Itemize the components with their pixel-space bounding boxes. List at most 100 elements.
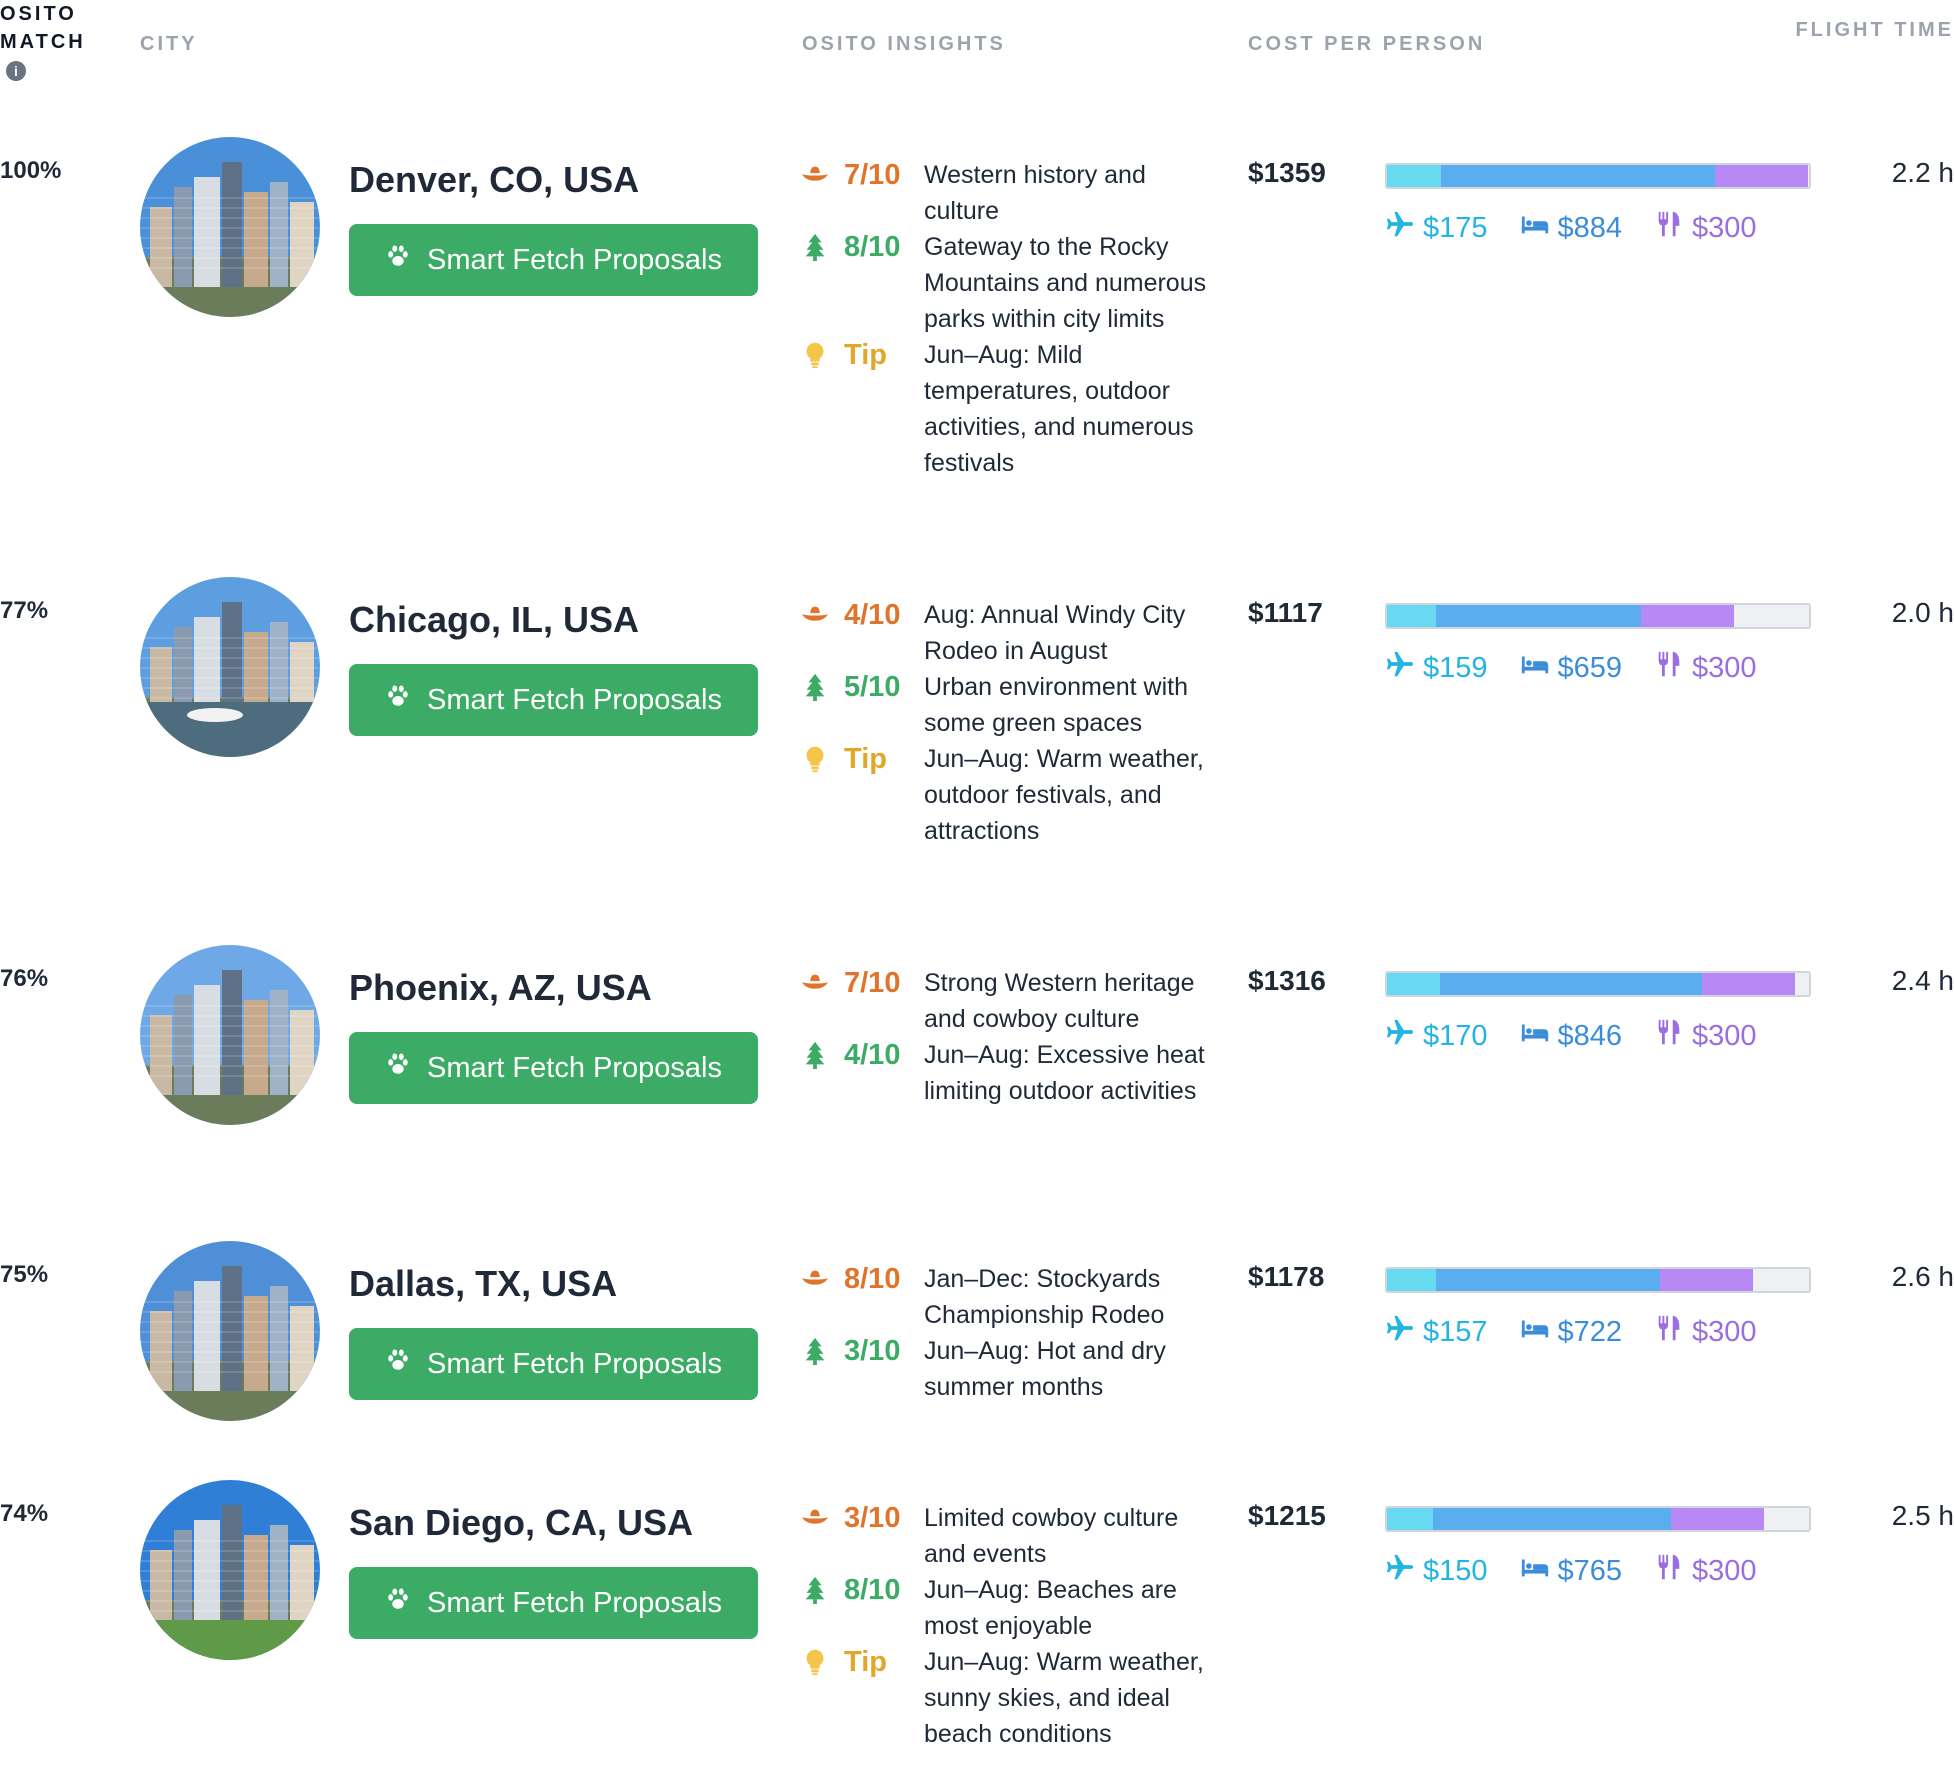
insight-score: 8/10 bbox=[844, 1263, 901, 1295]
meals-cost-value: $300 bbox=[1692, 1554, 1757, 1587]
meals-cost-value: $300 bbox=[1692, 651, 1757, 684]
plane-icon bbox=[1385, 209, 1415, 247]
smart-fetch-proposals-button[interactable]: Smart Fetch Proposals bbox=[349, 224, 758, 296]
insight-score: 7/10 bbox=[844, 967, 901, 999]
header-match-label: OSITO MATCH bbox=[0, 3, 86, 53]
plane-icon bbox=[1385, 649, 1415, 687]
button-label: Smart Fetch Proposals bbox=[427, 243, 722, 276]
bar-segment-hotel bbox=[1440, 973, 1702, 995]
insight-item: 5/10 Urban environment with some green sp… bbox=[800, 669, 1220, 741]
flight-cost: $170 bbox=[1385, 1017, 1488, 1055]
insight-score: 4/10 bbox=[844, 1039, 901, 1071]
match-percent: 77% bbox=[0, 597, 49, 624]
meals-cost: $300 bbox=[1654, 1552, 1757, 1590]
meals-cost: $300 bbox=[1654, 1017, 1757, 1055]
flight-cost: $150 bbox=[1385, 1552, 1488, 1590]
insight-score: Tip bbox=[844, 743, 887, 775]
insight-item: 3/10 Jun–Aug: Hot and dry summer months bbox=[800, 1333, 1220, 1405]
smart-fetch-proposals-button[interactable]: Smart Fetch Proposals bbox=[349, 1032, 758, 1104]
meals-cost-value: $300 bbox=[1692, 211, 1757, 244]
bar-segment-hotel bbox=[1436, 1269, 1660, 1291]
insight-score: Tip bbox=[844, 339, 887, 371]
tree-icon bbox=[800, 1037, 832, 1073]
hotel-cost: $722 bbox=[1520, 1313, 1622, 1351]
bar-segment-flight bbox=[1387, 973, 1440, 995]
header-city: CITY bbox=[140, 33, 198, 55]
info-icon[interactable]: i bbox=[6, 61, 26, 81]
bar-segment-flight bbox=[1387, 165, 1441, 187]
match-percent: 74% bbox=[0, 1500, 49, 1527]
lightbulb-icon bbox=[800, 1644, 832, 1680]
hotel-cost-value: $765 bbox=[1557, 1554, 1623, 1587]
meals-cost-value: $300 bbox=[1692, 1315, 1757, 1348]
paw-icon bbox=[385, 1586, 411, 1620]
city-name[interactable]: Phoenix, AZ, USA bbox=[349, 967, 652, 1009]
utensils-icon bbox=[1654, 1017, 1684, 1055]
bed-icon bbox=[1520, 649, 1550, 687]
insight-item: 8/10 Jun–Aug: Beaches are most enjoyable bbox=[800, 1572, 1220, 1644]
utensils-icon bbox=[1654, 1313, 1684, 1351]
flight-cost-value: $157 bbox=[1423, 1315, 1488, 1348]
cost-breakdown-bar bbox=[1385, 1267, 1811, 1293]
city-name[interactable]: San Diego, CA, USA bbox=[349, 1502, 693, 1544]
city-photo bbox=[140, 577, 320, 757]
insight-text: Jun–Aug: Beaches are most enjoyable bbox=[924, 1576, 1177, 1640]
insight-text: Limited cowboy culture and events bbox=[924, 1504, 1179, 1568]
flight-time: 2.0 h bbox=[1891, 597, 1954, 628]
total-cost: $1117 bbox=[1248, 597, 1323, 628]
insight-text: Western history and culture bbox=[924, 161, 1146, 225]
insight-score: 8/10 bbox=[844, 231, 901, 263]
flight-time: 2.4 h bbox=[1891, 965, 1954, 996]
cost-breakdown: $150 $765 $300 bbox=[1385, 1552, 1757, 1590]
insight-text: Aug: Annual Windy City Rodeo in August bbox=[924, 601, 1186, 665]
cowboy-hat-icon bbox=[800, 1261, 832, 1297]
city-name[interactable]: Dallas, TX, USA bbox=[349, 1263, 617, 1305]
bed-icon bbox=[1520, 1313, 1550, 1351]
utensils-icon bbox=[1654, 1552, 1684, 1590]
flight-time: 2.5 h bbox=[1891, 1500, 1954, 1531]
cost-breakdown: $175 $884 $300 bbox=[1385, 209, 1757, 247]
cost-breakdown-bar bbox=[1385, 971, 1811, 997]
insight-item: 8/10 Jan–Dec: Stockyards Championship Rod… bbox=[800, 1261, 1220, 1333]
city-name[interactable]: Chicago, IL, USA bbox=[349, 599, 639, 641]
insight-text: Gateway to the Rocky Mountains and numer… bbox=[924, 233, 1207, 333]
insight-item: 8/10 Gateway to the Rocky Mountains and n… bbox=[800, 229, 1220, 337]
insight-text: Strong Western heritage and cowboy cultu… bbox=[924, 969, 1195, 1033]
bar-segment-flight bbox=[1387, 605, 1436, 627]
insights-list: 3/10 Limited cowboy culture and events 8/1… bbox=[800, 1500, 1220, 1752]
insights-list: 7/10 Western history and culture 8/10 Gatew… bbox=[800, 157, 1220, 481]
city-photo-art bbox=[140, 1241, 320, 1421]
city-name[interactable]: Denver, CO, USA bbox=[349, 159, 639, 201]
flight-cost-value: $175 bbox=[1423, 211, 1488, 244]
smart-fetch-proposals-button[interactable]: Smart Fetch Proposals bbox=[349, 664, 758, 736]
hotel-cost-value: $846 bbox=[1557, 1019, 1623, 1052]
insight-item: 3/10 Limited cowboy culture and events bbox=[800, 1500, 1220, 1572]
insight-item: Tip Jun–Aug: Mild temperatures, outdoor a… bbox=[800, 337, 1220, 481]
insight-text: Jun–Aug: Mild temperatures, outdoor acti… bbox=[924, 341, 1194, 477]
paw-icon bbox=[385, 243, 411, 277]
insight-text: Jun–Aug: Excessive heat limiting outdoor… bbox=[924, 1041, 1205, 1105]
city-photo-art bbox=[140, 945, 320, 1125]
cost-breakdown-bar bbox=[1385, 163, 1811, 189]
lightbulb-icon bbox=[800, 741, 832, 777]
smart-fetch-proposals-button[interactable]: Smart Fetch Proposals bbox=[349, 1567, 758, 1639]
header-osito-insights: OSITO INSIGHTS bbox=[802, 33, 1006, 55]
button-label: Smart Fetch Proposals bbox=[427, 1051, 722, 1084]
insight-score: 4/10 bbox=[844, 599, 901, 631]
bar-segment-flight bbox=[1387, 1269, 1436, 1291]
insight-text: Urban environment with some green spaces bbox=[924, 673, 1189, 737]
flight-cost-value: $170 bbox=[1423, 1019, 1488, 1052]
city-photo bbox=[140, 1480, 320, 1660]
insight-score: 7/10 bbox=[844, 159, 901, 191]
city-photo bbox=[140, 137, 320, 317]
meals-cost: $300 bbox=[1654, 1313, 1757, 1351]
cost-breakdown: $157 $722 $300 bbox=[1385, 1313, 1757, 1351]
flight-time: 2.2 h bbox=[1891, 157, 1954, 188]
cost-breakdown: $170 $846 $300 bbox=[1385, 1017, 1757, 1055]
smart-fetch-proposals-button[interactable]: Smart Fetch Proposals bbox=[349, 1328, 758, 1400]
utensils-icon bbox=[1654, 209, 1684, 247]
flight-time: 2.6 h bbox=[1891, 1261, 1954, 1292]
insight-text: Jan–Dec: Stockyards Championship Rodeo bbox=[924, 1265, 1165, 1329]
paw-icon bbox=[385, 1051, 411, 1085]
insight-score: 3/10 bbox=[844, 1502, 901, 1534]
